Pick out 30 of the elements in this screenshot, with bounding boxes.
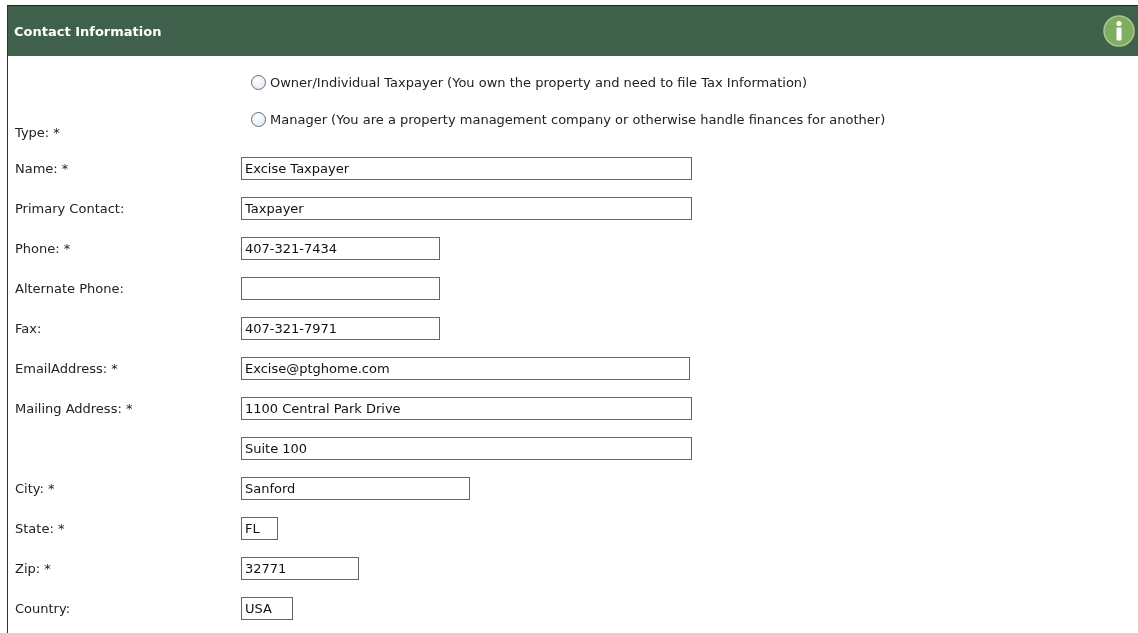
- radio-button[interactable]: [251, 111, 266, 127]
- text-field[interactable]: 407-321-7434: [241, 236, 440, 260]
- text-field[interactable]: Sanford: [241, 476, 470, 500]
- radio-label[interactable]: Manager (You are a property management company or otherwise handle finances for another): [270, 111, 886, 127]
- field-label: City: *: [15, 480, 55, 496]
- field-label: Phone: *: [15, 240, 71, 256]
- text-field[interactable]: Excise@ptghome.com: [241, 356, 690, 380]
- text-field[interactable]: Suite 100: [241, 436, 692, 460]
- field-label: Primary Contact:: [15, 200, 125, 216]
- text-field[interactable]: 407-321-7971: [241, 316, 440, 340]
- field-label: Mailing Address: *: [15, 400, 133, 416]
- text-field[interactable]: Taxpayer: [241, 196, 692, 220]
- field-label: Name: *: [15, 160, 69, 176]
- field-label: Country:: [15, 600, 71, 616]
- text-field[interactable]: 32771: [241, 556, 359, 580]
- field-label: Fax:: [15, 320, 42, 336]
- text-field[interactable]: 1100 Central Park Drive: [241, 396, 692, 420]
- field-label: EmailAddress: *: [15, 360, 118, 376]
- radio-label[interactable]: Owner/Individual Taxpayer (You own the property and need to file Tax Information): [270, 74, 808, 90]
- text-field[interactable]: USA: [241, 596, 293, 620]
- info-icon[interactable]: [1103, 15, 1135, 47]
- text-field[interactable]: [241, 276, 440, 300]
- section-title: Contact Information: [14, 23, 162, 39]
- text-field[interactable]: FL: [241, 516, 278, 540]
- field-label: Zip: *: [15, 560, 51, 576]
- field-label: State: *: [15, 520, 65, 536]
- field-label: Type: *: [14, 125, 61, 142]
- text-field[interactable]: Excise Taxpayer: [241, 156, 692, 180]
- field-label: Alternate Phone:: [15, 280, 124, 296]
- radio-button[interactable]: [251, 74, 266, 90]
